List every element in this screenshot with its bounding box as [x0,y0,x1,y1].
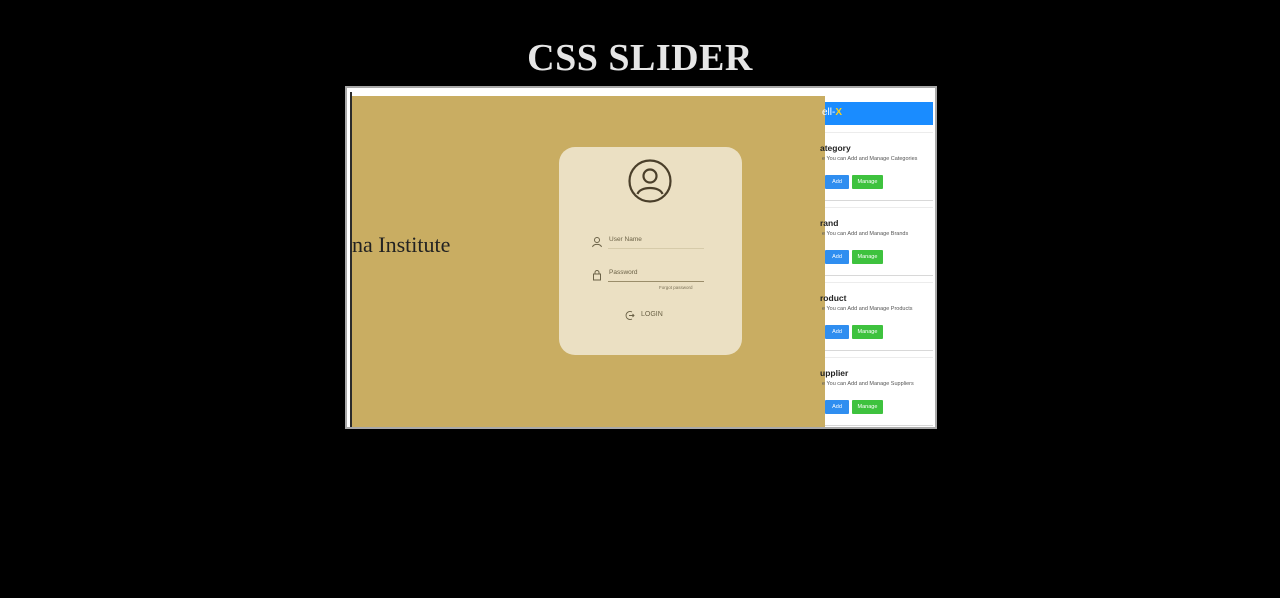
module-card-product: roduct e You can Add and Manage Products… [820,282,933,351]
forgot-password-link[interactable]: Forgot password [659,285,693,290]
manage-category-button[interactable]: Manage [852,175,883,189]
password-placeholder: Password [609,269,638,276]
window-strip [352,88,827,96]
institute-name: na Institute [352,232,451,257]
login-label: LOGIN [641,311,663,318]
brand-accent: X [835,107,843,118]
username-placeholder: User Name [609,236,642,243]
manage-product-button[interactable]: Manage [852,325,883,339]
brand-prefix: ell- [822,107,836,118]
module-description: e You can Add and Manage Suppliers [822,381,914,387]
manage-brand-button[interactable]: Manage [852,250,883,264]
add-brand-button[interactable]: Add [825,250,849,264]
module-card-supplier: upplier e You can Add and Manage Supplie… [820,357,933,426]
window-titlebar [825,92,933,100]
page-title: CSS SLIDER [527,37,753,79]
slide-login: na Institute User Name Password Forgot p… [350,88,827,427]
module-description: e You can Add and Manage Brands [822,231,909,237]
user-icon [592,237,602,248]
slider-frame: na Institute User Name Password Forgot p… [345,86,937,429]
user-avatar-icon [628,159,672,203]
module-title: rand [820,218,839,228]
manage-supplier-button[interactable]: Manage [852,400,883,414]
login-card: User Name Password Forgot password LOGIN [559,147,742,355]
module-description: e You can Add and Manage Products [822,306,913,312]
username-field[interactable]: User Name [591,236,706,252]
module-title: ategory [820,143,851,153]
password-underline [608,281,704,282]
brand-logo: ell-X [822,107,842,118]
module-description: e You can Add and Manage Categories [822,156,918,162]
username-underline [608,248,704,249]
password-field[interactable]: Password [591,269,706,285]
slide-dashboard: ell-X ategory e You can Add and Manage C… [820,92,933,427]
module-list: ategory e You can Add and Manage Categor… [820,132,933,427]
add-category-button[interactable]: Add [825,175,849,189]
module-title: upplier [820,368,849,378]
login-icon [625,311,635,320]
add-product-button[interactable]: Add [825,325,849,339]
module-card-brand: rand e You can Add and Manage Brands Add… [820,207,933,276]
app-bar: ell-X [822,102,933,125]
module-title: roduct [820,293,847,303]
add-supplier-button[interactable]: Add [825,400,849,414]
slider-track: na Institute User Name Password Forgot p… [347,88,935,427]
module-card-category: ategory e You can Add and Manage Categor… [820,132,933,201]
login-button[interactable]: LOGIN [623,309,683,323]
lock-icon [593,270,601,281]
